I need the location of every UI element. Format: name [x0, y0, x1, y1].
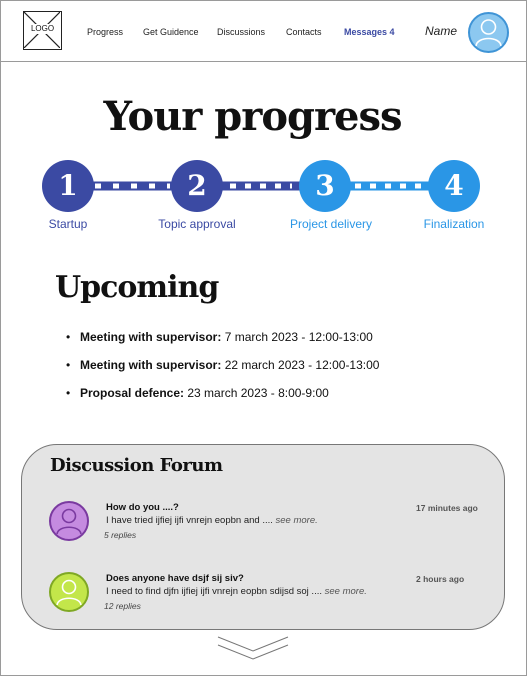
user-avatar-icon[interactable]	[468, 12, 509, 53]
nav-progress[interactable]: Progress	[87, 27, 123, 37]
event-label: Meeting with supervisor:	[80, 358, 222, 372]
event-label: Proposal defence:	[80, 386, 185, 400]
post-author-avatar-icon[interactable]	[49, 501, 89, 541]
nav-contacts[interactable]: Contacts	[286, 27, 322, 37]
step-1-circle[interactable]: 1	[42, 160, 94, 212]
upcoming-event[interactable]: • Proposal defence: 23 march 2023 - 8:00-…	[66, 386, 329, 400]
header: LOGO Progress Get Guidence Discussions C…	[0, 0, 527, 62]
nav-get-guidance[interactable]: Get Guidence	[143, 27, 199, 37]
post-excerpt: I need to find djfn ijfiej ijfi vnrejn e…	[106, 586, 367, 597]
nav-discussions[interactable]: Discussions	[217, 27, 265, 37]
step-2-label: Topic approval	[158, 217, 236, 231]
bullet-icon: •	[66, 330, 71, 344]
step-1-label: Startup	[48, 217, 88, 231]
logo-text: LOGO	[24, 24, 61, 34]
event-label: Meeting with supervisor:	[80, 330, 222, 344]
see-more-link[interactable]: see more.	[276, 515, 318, 526]
post-timestamp: 17 minutes ago	[416, 503, 478, 513]
forum-title: Discussion Forum	[50, 455, 223, 476]
post-replies[interactable]: 12 replies	[104, 601, 141, 611]
event-detail: 22 march 2023 - 12:00-13:00	[221, 358, 380, 372]
step-3-circle[interactable]: 3	[299, 160, 351, 212]
user-name[interactable]: Name	[425, 24, 457, 38]
event-detail: 7 march 2023 - 12:00-13:00	[221, 330, 373, 344]
post-timestamp: 2 hours ago	[416, 574, 465, 584]
step-4-label: Finalization	[423, 217, 485, 231]
post-excerpt-text: I have tried ijfiej ijfi vnrejn eopbn an…	[106, 515, 276, 526]
step-2-circle[interactable]: 2	[171, 160, 223, 212]
step-3-label: Project delivery	[289, 217, 373, 231]
post-title[interactable]: Does anyone have dsjf sij siv?	[106, 573, 244, 584]
progress-title: Your progress	[103, 93, 402, 140]
upcoming-title: Upcoming	[55, 270, 219, 305]
progress-stepper: 1 2 3 4 Startup Topic approval Project d…	[0, 160, 527, 240]
event-detail: 23 march 2023 - 8:00-9:00	[184, 386, 329, 400]
step-4-circle[interactable]: 4	[428, 160, 480, 212]
post-replies[interactable]: 5 replies	[104, 530, 136, 540]
upcoming-event[interactable]: • Meeting with supervisor: 22 march 2023 …	[66, 358, 379, 372]
upcoming-event[interactable]: • Meeting with supervisor: 7 march 2023 -…	[66, 330, 373, 344]
post-author-avatar-icon[interactable]	[49, 572, 89, 612]
post-excerpt: I have tried ijfiej ijfi vnrejn eopbn an…	[106, 515, 318, 526]
bullet-icon: •	[66, 386, 71, 400]
post-excerpt-text: I need to find djfn ijfiej ijfi vnrejn e…	[106, 586, 325, 597]
discussion-forum-panel: Discussion Forum How do you ....? I have…	[21, 444, 505, 630]
bullet-icon: •	[66, 358, 71, 372]
logo[interactable]: LOGO	[23, 11, 62, 50]
nav-messages[interactable]: Messages 4	[344, 27, 395, 37]
chevron-down-icon[interactable]	[216, 634, 290, 662]
see-more-link[interactable]: see more.	[325, 586, 367, 597]
post-title[interactable]: How do you ....?	[106, 502, 179, 513]
